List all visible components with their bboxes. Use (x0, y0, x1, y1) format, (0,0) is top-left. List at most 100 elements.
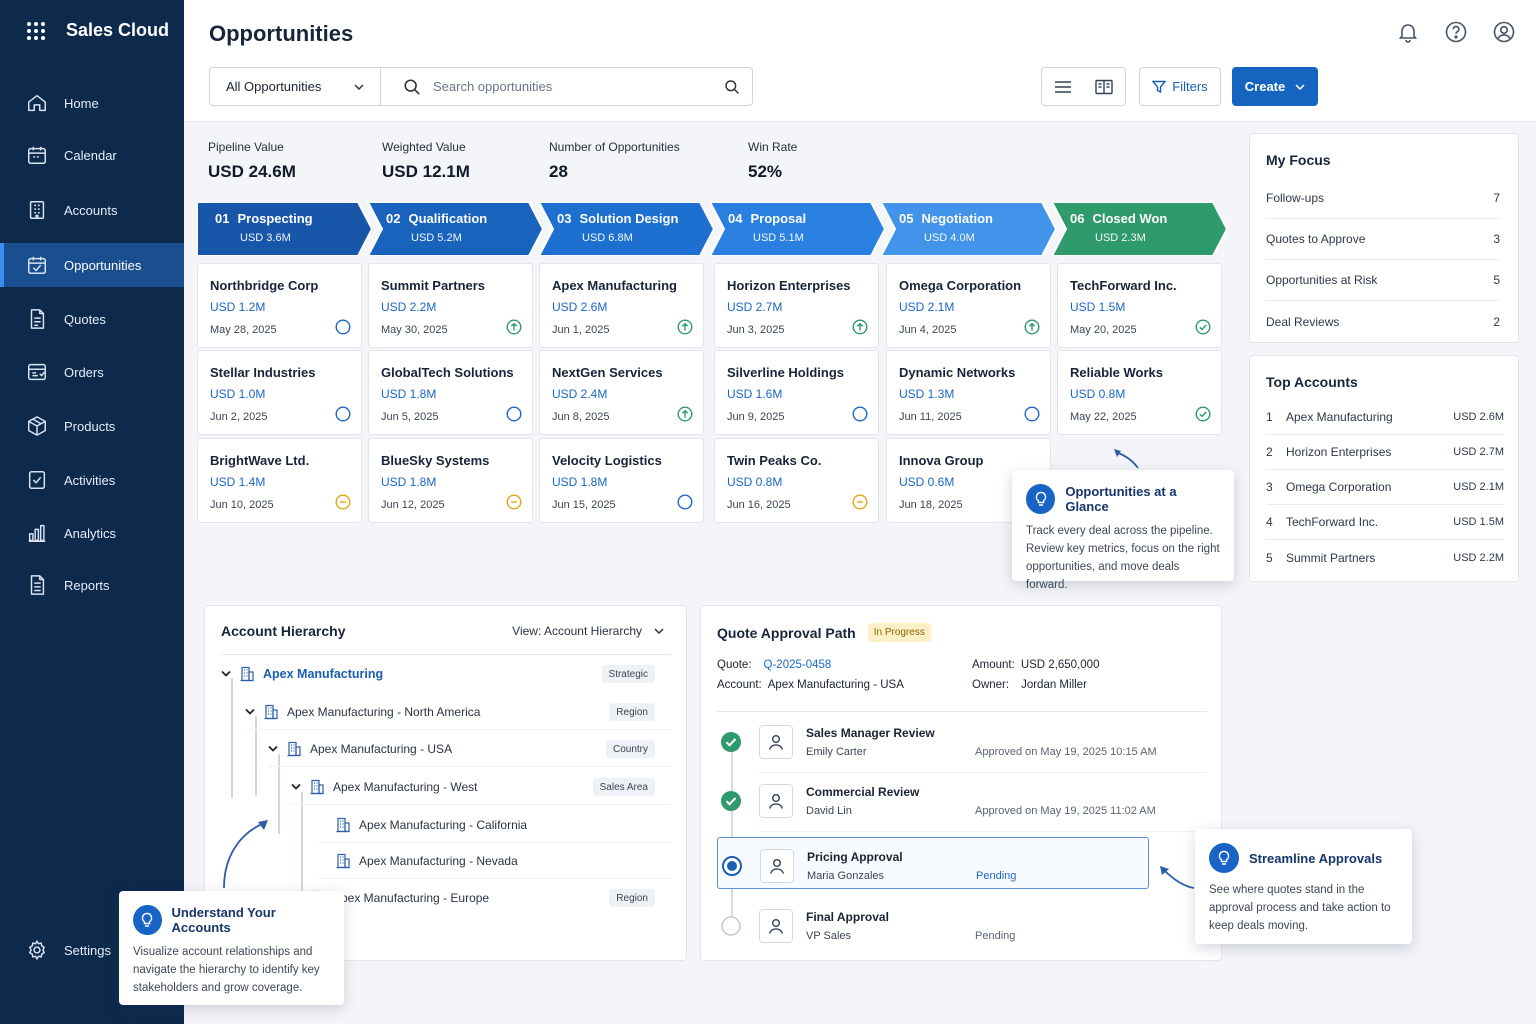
expand-chevron-icon[interactable] (291, 783, 301, 791)
deal-card[interactable]: Horizon Enterprises USD 2.7M Jun 3, 2025 (714, 263, 879, 348)
approval-step[interactable]: Final Approval VP Sales Pending (717, 898, 1207, 954)
focus-item[interactable]: Follow-ups 7 (1266, 178, 1500, 219)
tip-body: Visualize account relationships and navi… (133, 946, 320, 994)
user-profile-icon[interactable] (1492, 20, 1516, 44)
approved-check-icon (721, 732, 741, 752)
top-account-row[interactable]: 1 Apex Manufacturing USD 2.6M (1266, 400, 1504, 435)
deal-close-date: Jun 10, 2025 (210, 499, 274, 511)
account-rank: 3 (1266, 480, 1273, 494)
top-account-row[interactable]: 3 Omega Corporation USD 2.1M (1266, 470, 1504, 505)
step-status: Pending (976, 870, 1017, 882)
deal-card[interactable]: GlobalTech Solutions USD 1.8M Jun 5, 2025 (368, 350, 533, 435)
hierarchy-node[interactable]: Apex Manufacturing - North America Region (245, 698, 671, 730)
building-icon (309, 779, 325, 795)
sidebar-item-opportunities[interactable]: Opportunities (0, 243, 184, 287)
bell-icon[interactable] (1396, 20, 1420, 44)
sidebar-item-label: Calendar (64, 147, 117, 163)
board-view-icon[interactable] (1095, 79, 1113, 95)
sidebar-item-reports[interactable]: Reports (0, 563, 184, 607)
search-input[interactable] (433, 79, 712, 94)
deal-card[interactable]: Omega Corporation USD 2.1M Jun 4, 2025 (886, 263, 1051, 348)
sidebar-item-calendar[interactable]: Calendar (0, 133, 184, 177)
box-icon (26, 415, 48, 437)
chevron-down-icon (354, 83, 364, 90)
stage-closed-won[interactable]: 06 Closed Won USD 2.3M (1052, 202, 1227, 256)
deal-card[interactable]: Northbridge Corp USD 1.2M May 28, 2025 (197, 263, 362, 348)
deal-card[interactable]: Twin Peaks Co. USD 0.8M Jun 16, 2025 (714, 438, 879, 523)
deal-card[interactable]: Silverline Holdings USD 1.6M Jun 9, 2025 (714, 350, 879, 435)
sidebar-item-quotes[interactable]: Quotes (0, 297, 184, 341)
approval-step[interactable]: Pricing Approval Maria Gonzales Pending (717, 837, 1149, 889)
deal-company: Omega Corporation (899, 278, 1022, 293)
sidebar-item-analytics[interactable]: Analytics (0, 511, 184, 555)
open-status-icon (335, 406, 351, 422)
sidebar-item-accounts[interactable]: Accounts (0, 188, 184, 232)
hierarchy-node[interactable]: Apex Manufacturing - USA Country (268, 735, 671, 767)
top-accounts-panel: Top Accounts 1 Apex Manufacturing USD 2.6M… (1249, 355, 1519, 582)
sidebar-item-orders[interactable]: Orders (0, 350, 184, 394)
quote-approval-panel: Quote Approval Path In Progress Quote: Q-… (700, 605, 1222, 961)
deal-card[interactable]: BrightWave Ltd. USD 1.4M Jun 10, 2025 (197, 438, 362, 523)
filter-icon (1152, 80, 1167, 94)
advancing-status-icon (506, 319, 522, 335)
account-rank: 4 (1266, 515, 1273, 529)
page-title: Opportunities (209, 21, 354, 46)
approval-step[interactable]: Commercial Review David Lin Approved on Ma… (717, 773, 1207, 832)
deal-card[interactable]: TechForward Inc. USD 1.5M May 20, 2025 (1057, 263, 1222, 348)
hierarchy-node[interactable]: Apex Manufacturing - Nevada (317, 847, 671, 879)
header: Opportunities All Opportunities Search o… (184, 0, 1536, 122)
sidebar-item-home[interactable]: Home (0, 81, 184, 125)
stage-header: 01 Prospecting (215, 211, 372, 226)
deal-card[interactable]: Summit Partners USD 2.2M May 30, 2025 (368, 263, 533, 348)
stage-qualification[interactable]: 02 Qualification USD 5.2M (368, 202, 543, 256)
focus-item[interactable]: Quotes to Approve 3 (1266, 219, 1500, 260)
expand-chevron-icon[interactable] (221, 670, 231, 678)
top-account-row[interactable]: 2 Horizon Enterprises USD 2.7M (1266, 435, 1504, 470)
search-submit-icon[interactable] (724, 79, 740, 95)
deal-card[interactable]: Apex Manufacturing USD 2.6M Jun 1, 2025 (539, 263, 704, 348)
step-approver: VP Sales (806, 930, 852, 942)
sidebar-item-label: Accounts (64, 202, 118, 218)
deal-card[interactable]: BlueSky Systems USD 1.8M Jun 12, 2025 (368, 438, 533, 523)
stage-prospecting[interactable]: 01 Prospecting USD 3.6M (197, 202, 372, 256)
sidebar-item-products[interactable]: Products (0, 404, 184, 448)
list-view-select[interactable]: All Opportunities (209, 67, 381, 106)
hierarchy-node[interactable]: Apex Manufacturing Strategic (221, 660, 671, 688)
hierarchy-node[interactable]: Apex Manufacturing - Europe Region (291, 884, 671, 912)
step-status: Approved on May 19, 2025 11:02 AM (975, 805, 1156, 817)
help-icon[interactable] (1444, 20, 1468, 44)
metric-1: Weighted Value USD 12.1M (382, 140, 470, 182)
focus-item[interactable]: Opportunities at Risk 5 (1266, 260, 1500, 301)
deal-amount: USD 1.4M (210, 475, 266, 489)
deal-card[interactable]: Stellar Industries USD 1.0M Jun 2, 2025 (197, 350, 362, 435)
deal-company: Innova Group (899, 453, 984, 468)
top-account-row[interactable]: 5 Summit Partners USD 2.2M (1266, 540, 1504, 575)
hierarchy-node[interactable]: Apex Manufacturing - West Sales Area (291, 773, 671, 805)
stage-name: Qualification (408, 211, 488, 226)
filters-button[interactable]: Filters (1139, 67, 1221, 106)
stage-proposal[interactable]: 04 Proposal USD 5.1M (710, 202, 885, 256)
quote-link[interactable]: Q-2025-0458 (764, 659, 832, 671)
hierarchy-view-select[interactable]: View: Account Hierarchy (512, 624, 664, 638)
stage-solution-design[interactable]: 03 Solution Design USD 6.8M (539, 202, 714, 256)
expand-chevron-icon[interactable] (245, 708, 255, 716)
list-view-icon[interactable] (1054, 80, 1072, 94)
create-button[interactable]: Create (1232, 67, 1318, 106)
deal-amount: USD 0.8M (727, 475, 783, 489)
sidebar-item-activities[interactable]: Activities (0, 458, 184, 502)
deal-card[interactable]: Dynamic Networks USD 1.3M Jun 11, 2025 (886, 350, 1051, 435)
lightbulb-icon (1026, 484, 1056, 514)
deal-card[interactable]: Reliable Works USD 0.8M May 22, 2025 (1057, 350, 1222, 435)
deal-card[interactable]: NextGen Services USD 2.4M Jun 8, 2025 (539, 350, 704, 435)
tip-title: Understand Your Accounts (171, 905, 276, 935)
expand-chevron-icon[interactable] (268, 745, 278, 753)
row-divider (291, 804, 671, 805)
deal-card[interactable]: Velocity Logistics USD 1.8M Jun 15, 2025 (539, 438, 704, 523)
app-launcher-icon[interactable] (26, 21, 46, 41)
hierarchy-node[interactable]: Apex Manufacturing - California (317, 811, 671, 843)
approval-step[interactable]: Sales Manager Review Emily Carter Approved… (717, 714, 1207, 773)
focus-item[interactable]: Deal Reviews 2 (1266, 301, 1500, 342)
top-account-row[interactable]: 4 TechForward Inc. USD 1.5M (1266, 505, 1504, 540)
stage-negotiation[interactable]: 05 Negotiation USD 4.0M (881, 202, 1056, 256)
stage-header: 05 Negotiation (899, 211, 1056, 226)
